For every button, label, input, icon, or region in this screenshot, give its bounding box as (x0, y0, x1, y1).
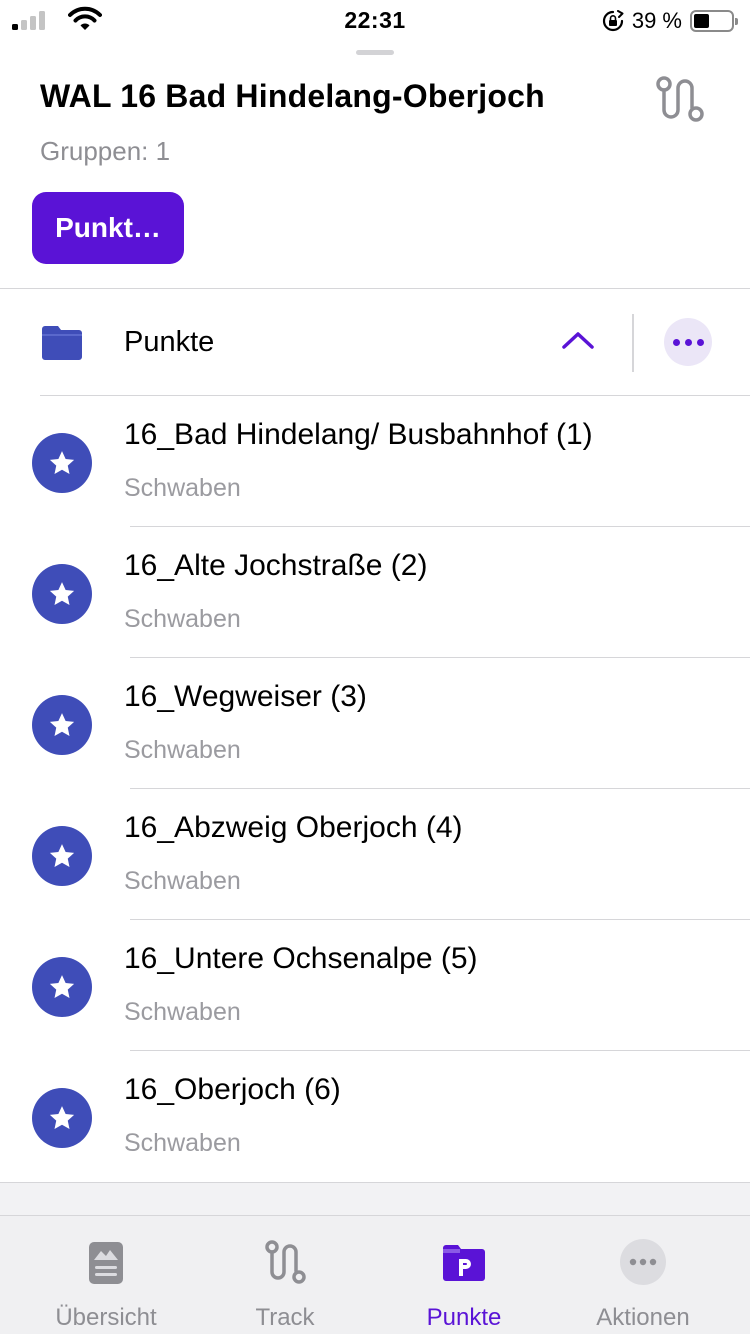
list-footer-gap (0, 1183, 750, 1215)
point-region: Schwaben (124, 736, 241, 764)
route-icon (265, 1240, 306, 1284)
battery-icon (690, 10, 738, 32)
page-title: WAL 16 Bad Hindelang-Oberjoch (40, 78, 545, 114)
groups-count: Gruppen: 1 (40, 136, 171, 166)
tab-punkte[interactable]: Punkte (370, 1216, 558, 1334)
star-marker-icon (32, 957, 92, 1017)
point-name: 16_Alte Jochstraße (2) (124, 549, 428, 582)
add-point-button[interactable]: Punkt… (32, 192, 184, 264)
point-name: 16_Abzweig Oberjoch (4) (124, 811, 463, 844)
orientation-lock-icon (602, 10, 624, 32)
list-item[interactable]: 16_Wegweiser (3) Schwaben (0, 658, 750, 789)
battery-percent: 39 % (631, 8, 682, 33)
tab-label: Track (255, 1304, 315, 1331)
point-region: Schwaben (124, 474, 241, 502)
more-dot (684, 338, 692, 346)
point-region: Schwaben (124, 1129, 241, 1157)
folder-row-punkte[interactable]: Punkte (0, 290, 750, 396)
point-name: 16_Wegweiser (3) (124, 680, 367, 713)
tab-track[interactable]: Track (191, 1216, 379, 1334)
header-divider (0, 288, 750, 289)
tab-bar: Übersicht Track Punkte Aktionen (0, 1215, 750, 1334)
points-folder-icon (443, 1245, 485, 1281)
route-icon[interactable] (652, 74, 708, 124)
tab-label: Übersicht (55, 1304, 157, 1331)
star-marker-icon (32, 433, 92, 493)
vertical-divider (632, 314, 634, 372)
point-region: Schwaben (124, 867, 241, 895)
point-list: 16_Bad Hindelang/ Busbahnhof (1) Schwabe… (0, 396, 750, 1182)
folder-icon (42, 326, 82, 360)
list-item[interactable]: 16_Bad Hindelang/ Busbahnhof (1) Schwabe… (0, 396, 750, 527)
tab-label: Aktionen (596, 1304, 690, 1331)
tab-actions[interactable]: Aktionen (549, 1216, 737, 1334)
more-dot (672, 338, 680, 346)
more-dot (696, 338, 704, 346)
list-item[interactable]: 16_Untere Ochsenalpe (5) Schwaben (0, 920, 750, 1051)
star-marker-icon (32, 564, 92, 624)
point-name: 16_Oberjoch (6) (124, 1073, 341, 1106)
list-item[interactable]: 16_Abzweig Oberjoch (4) Schwaben (0, 789, 750, 920)
point-region: Schwaben (124, 605, 241, 633)
point-region: Schwaben (124, 998, 241, 1026)
folder-more-button[interactable] (664, 318, 712, 366)
more-icon (620, 1239, 666, 1285)
chevron-up-icon[interactable] (560, 328, 596, 352)
tab-label: Punkte (426, 1304, 502, 1331)
sheet-grabber[interactable] (356, 50, 394, 55)
status-right: 39 % (602, 7, 738, 35)
overview-icon (89, 1242, 123, 1284)
list-item[interactable]: 16_Alte Jochstraße (2) Schwaben (0, 527, 750, 658)
point-name: 16_Bad Hindelang/ Busbahnhof (1) (124, 418, 593, 451)
folder-label: Punkte (124, 326, 215, 358)
tab-overview[interactable]: Übersicht (12, 1216, 200, 1334)
star-marker-icon (32, 695, 92, 755)
point-name: 16_Untere Ochsenalpe (5) (124, 942, 478, 975)
star-marker-icon (32, 826, 92, 886)
list-item[interactable]: 16_Oberjoch (6) Schwaben (0, 1051, 750, 1182)
status-bar: 22:31 39 % (0, 0, 750, 40)
star-marker-icon (32, 1088, 92, 1148)
